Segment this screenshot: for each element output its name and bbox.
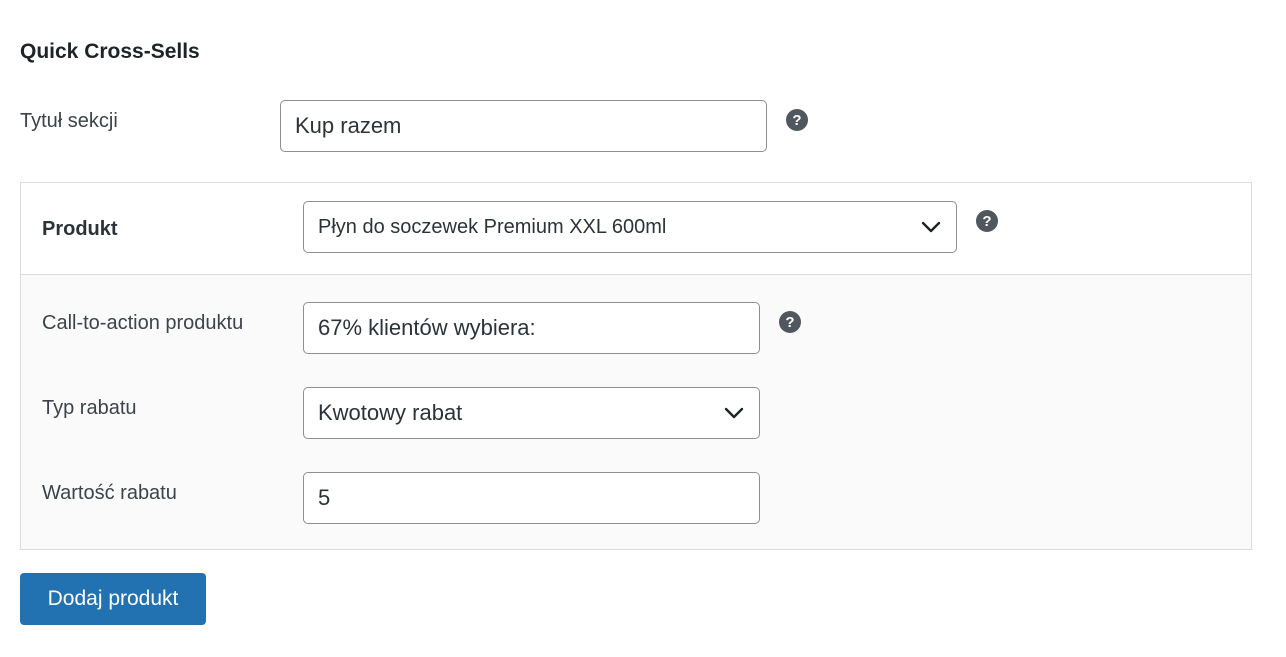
- discount-value-label: Wartość rabatu: [42, 482, 177, 504]
- chevron-down-icon: [723, 402, 745, 424]
- discount-type-select[interactable]: Kwotowy rabat: [303, 387, 760, 439]
- product-select-value: Płyn do soczewek Premium XXL 600ml: [318, 215, 667, 238]
- help-icon[interactable]: ?: [779, 311, 801, 333]
- discount-type-label: Typ rabatu: [42, 397, 137, 419]
- discount-value-input[interactable]: [303, 472, 760, 524]
- cta-input[interactable]: [303, 302, 760, 354]
- quick-cross-sells-settings: Quick Cross-Sells Tytuł sekcji ? Produkt…: [0, 0, 1286, 657]
- section-title-label: Tytuł sekcji: [20, 110, 118, 132]
- section-heading: Quick Cross-Sells: [20, 40, 200, 63]
- section-title-input[interactable]: [280, 100, 767, 152]
- add-product-button[interactable]: Dodaj produkt: [20, 573, 206, 625]
- help-icon[interactable]: ?: [786, 109, 808, 131]
- help-icon[interactable]: ?: [976, 210, 998, 232]
- cta-label: Call-to-action produktu: [42, 312, 244, 334]
- chevron-down-icon: [920, 216, 942, 238]
- product-panel: Produkt Płyn do soczewek Premium XXL 600…: [20, 182, 1252, 550]
- discount-type-value: Kwotowy rabat: [318, 400, 463, 425]
- product-header: Produkt Płyn do soczewek Premium XXL 600…: [21, 183, 1251, 275]
- product-select[interactable]: Płyn do soczewek Premium XXL 600ml: [303, 201, 957, 253]
- product-label: Produkt: [42, 218, 118, 240]
